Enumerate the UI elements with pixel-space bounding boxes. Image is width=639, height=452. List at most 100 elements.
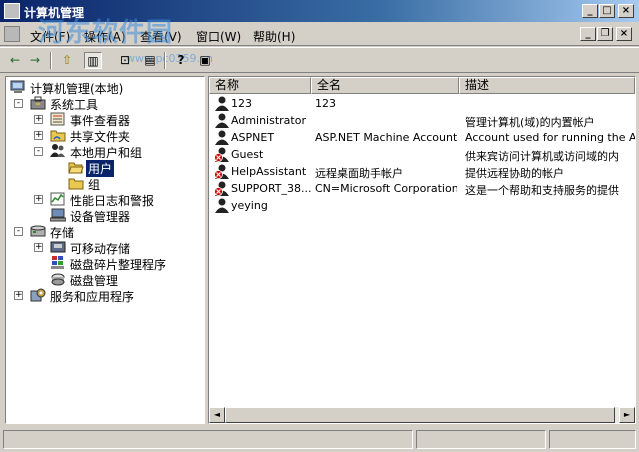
table-row[interactable]: ASPNET ASP.NET Machine Account Account use…	[209, 129, 635, 146]
expand-icon[interactable]: +	[34, 131, 43, 140]
user-icon	[214, 95, 230, 111]
scroll-thumb[interactable]	[225, 407, 615, 423]
cell-name: Administrator	[231, 114, 306, 127]
maximize-button[interactable]: □	[599, 4, 615, 18]
tree-item-defragmenter[interactable]: 磁盘碎片整理程序	[6, 255, 204, 272]
status-panel-tertiary	[549, 430, 636, 449]
help-icon[interactable]: ?	[172, 52, 190, 69]
close-button[interactable]: ×	[618, 4, 634, 18]
cell-name: ASPNET	[231, 131, 275, 144]
scroll-left-button[interactable]: ◄	[209, 407, 225, 423]
table-row[interactable]: Administrator 管理计算机(域)的内置帐户	[209, 112, 635, 129]
menu-action[interactable]: 操作(A)	[84, 28, 126, 45]
forward-arrow-icon[interactable]: →	[26, 52, 44, 69]
up-folder-icon[interactable]: ⇧	[58, 52, 76, 69]
cell-name: yeying	[231, 199, 268, 212]
minimize-button[interactable]: _	[582, 4, 598, 18]
table-row[interactable]: SUPPORT_38... CN=Microsoft Corporation...…	[209, 180, 635, 197]
table-row[interactable]: yeying	[209, 197, 635, 214]
collapse-icon[interactable]: -	[14, 99, 23, 108]
child-minimize-button[interactable]: _	[580, 27, 596, 41]
disabled-user-icon	[214, 180, 230, 196]
cell-description: 提供远程协助的帐户	[465, 167, 564, 180]
table-row[interactable]: HelpAssistant 远程桌面助手帐户 提供远程协助的帐户	[209, 163, 635, 180]
tree-item-system-tools[interactable]: - 系统工具	[6, 95, 204, 112]
performance-icon	[50, 192, 66, 206]
menu-window[interactable]: 窗口(W)	[196, 28, 241, 45]
menu-view[interactable]: 查看(V)	[140, 28, 182, 45]
expand-icon[interactable]: +	[34, 195, 43, 204]
tree-item-storage[interactable]: - 存储	[6, 223, 204, 240]
system-menu-icon[interactable]	[4, 26, 20, 42]
tree-item-computer-management[interactable]: 计算机管理(本地)	[6, 79, 204, 96]
device-manager-icon	[49, 208, 67, 222]
table-row[interactable]: 123 123	[209, 95, 635, 112]
status-bar	[0, 428, 639, 452]
export-list-icon[interactable]: ⊡	[116, 52, 134, 69]
toolbox-icon	[30, 96, 46, 110]
tree-item-local-users-groups[interactable]: - 本地用户和组	[6, 143, 204, 160]
menu-file[interactable]: 文件(F)	[30, 28, 70, 45]
cell-description: 供来宾访问计算机或访问域的内	[465, 150, 619, 163]
cell-name: SUPPORT_38...	[231, 182, 311, 195]
disk-management-icon	[50, 272, 66, 286]
tree-item-removable-storage[interactable]: + 可移动存储	[6, 239, 204, 256]
window-title: 计算机管理	[24, 6, 85, 20]
storage-icon	[30, 224, 46, 238]
status-panel-main	[3, 430, 413, 449]
cell-fullname: 123	[315, 97, 336, 110]
shared-folder-icon	[50, 128, 66, 142]
cell-name: 123	[231, 97, 252, 110]
horizontal-scrollbar[interactable]: ◄ ►	[209, 407, 635, 423]
toolbar: ← → ⇧ ▥ ⊡ ▤ ? ▣	[0, 47, 639, 73]
toolbar-separator	[50, 52, 52, 69]
expand-icon[interactable]: +	[34, 115, 43, 124]
child-close-button[interactable]: ×	[616, 27, 632, 41]
tree-item-disk-management[interactable]: 磁盘管理	[6, 271, 204, 288]
tree-item-shared-folders[interactable]: + 共享文件夹	[6, 127, 204, 144]
tree-item-services-apps[interactable]: + 服务和应用程序	[6, 287, 204, 304]
user-list-view[interactable]: 名称 全名 描述 123 123 Administrator 管理计算机(域)的内置帐…	[208, 76, 636, 424]
users-group-icon	[50, 143, 66, 157]
title-bar: 计算机管理 _ □ ×	[0, 0, 639, 22]
folder-open-icon	[68, 160, 84, 174]
removable-storage-icon	[50, 240, 66, 254]
tree-item-device-manager[interactable]: 设备管理器	[6, 207, 204, 224]
cell-name: HelpAssistant	[231, 165, 307, 178]
disabled-user-icon	[214, 163, 230, 179]
expand-icon[interactable]: +	[14, 291, 23, 300]
console-icon[interactable]: ▣	[196, 52, 214, 69]
defragmenter-icon	[50, 255, 66, 269]
column-header-description[interactable]: 描述	[459, 77, 635, 94]
cell-description: 管理计算机(域)的内置帐户	[465, 116, 595, 129]
computer-icon	[10, 80, 26, 94]
computer-management-icon[interactable]	[4, 3, 20, 19]
cell-fullname: 远程桌面助手帐户	[315, 167, 403, 180]
console-tree[interactable]: 计算机管理(本地) - 系统工具 + 事件查看器 + 共享文件夹 - 本地用户和…	[5, 76, 205, 424]
user-icon	[214, 129, 230, 145]
column-header-name[interactable]: 名称	[209, 77, 311, 94]
column-header-fullname[interactable]: 全名	[311, 77, 459, 94]
tree-item-event-viewer[interactable]: + 事件查看器	[6, 111, 204, 128]
tree-item-groups[interactable]: 组	[6, 175, 204, 192]
user-icon	[214, 197, 230, 213]
event-viewer-icon	[50, 112, 66, 126]
cell-fullname: ASP.NET Machine Account	[315, 131, 457, 144]
collapse-icon[interactable]: -	[14, 227, 23, 236]
collapse-icon[interactable]: -	[34, 147, 43, 156]
folder-icon	[68, 176, 84, 190]
expand-icon[interactable]: +	[34, 243, 43, 252]
menu-bar: 文件(F) 操作(A) 查看(V) 窗口(W) 帮助(H) _ ❐ ×	[0, 22, 639, 46]
tree-item-users[interactable]: 用户	[6, 159, 204, 177]
table-row[interactable]: Guest 供来宾访问计算机或访问域的内	[209, 146, 635, 163]
tree-item-performance-logs[interactable]: + 性能日志和警报	[6, 191, 204, 208]
show-tree-icon[interactable]: ▥	[84, 52, 102, 69]
scroll-right-button[interactable]: ►	[619, 407, 635, 423]
properties-icon[interactable]: ▤	[141, 52, 159, 69]
menu-help[interactable]: 帮助(H)	[253, 28, 295, 45]
cell-description: 这是一个帮助和支持服务的提供	[465, 184, 619, 197]
disabled-user-icon	[214, 146, 230, 162]
child-restore-button[interactable]: ❐	[597, 27, 613, 41]
back-arrow-icon[interactable]: ←	[6, 52, 24, 69]
services-icon	[30, 288, 46, 302]
